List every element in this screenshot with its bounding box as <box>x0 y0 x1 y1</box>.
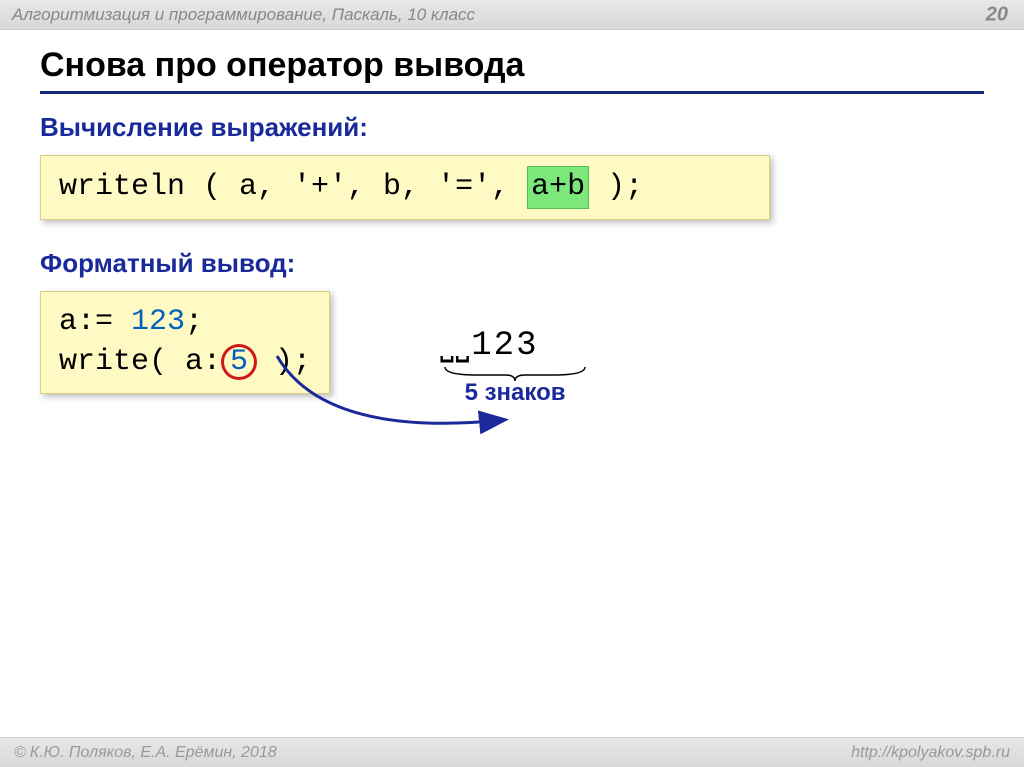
copyright-icon: © <box>14 744 26 762</box>
page-number: 20 <box>986 3 1008 26</box>
code-text: ); <box>257 345 311 379</box>
row-formatted: a:= 123; write( a:5 ); ⎵⎵123 5 знаков <box>40 291 984 414</box>
footer-bar: © К.Ю. Поляков, Е.А. Ерёмин, 2018 http:/… <box>0 737 1024 767</box>
copyright: © К.Ю. Поляков, Е.А. Ерёмин, 2018 <box>14 744 277 762</box>
output-spaces: ⎵⎵ <box>440 327 471 365</box>
footer-url: http://kpolyakov.spb.ru <box>851 744 1010 762</box>
output-value: 123 <box>471 327 538 365</box>
width-specifier-circled: 5 <box>221 344 257 380</box>
section-formatted: Форматный вывод: <box>40 248 984 279</box>
code-text: a:= <box>59 305 131 339</box>
code-text: write( a: <box>59 345 221 379</box>
code-text: ); <box>589 170 643 204</box>
copyright-text: К.Ю. Поляков, Е.А. Ерёмин, 2018 <box>30 744 277 762</box>
brace-label: 5 знаков <box>440 379 590 407</box>
code-text: writeln ( a, '+', b, '=', <box>59 170 527 204</box>
header-bar: Алгоритмизация и программирование, Паска… <box>0 0 1024 30</box>
code-write-format: a:= 123; write( a:5 ); <box>40 291 330 394</box>
slide-content: Снова про оператор вывода Вычисление выр… <box>0 30 1024 414</box>
section-expressions: Вычисление выражений: <box>40 112 984 143</box>
literal-number: 123 <box>131 305 185 339</box>
code-text: ; <box>185 305 203 339</box>
highlight-expression: a+b <box>527 166 589 209</box>
slide-title: Снова про оператор вывода <box>40 46 984 94</box>
code-writeln: writeln ( a, '+', b, '=', a+b ); <box>40 155 770 220</box>
course-title: Алгоритмизация и программирование, Паска… <box>12 5 475 25</box>
output-text: ⎵⎵123 <box>440 329 590 363</box>
output-column: ⎵⎵123 5 знаков <box>440 329 590 407</box>
